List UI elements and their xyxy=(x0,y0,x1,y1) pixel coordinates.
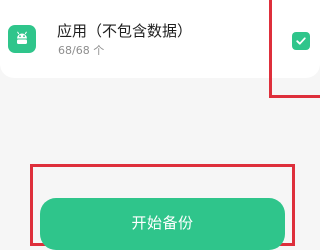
android-icon xyxy=(8,25,36,53)
item-title: 应用（不包含数据） xyxy=(57,22,193,40)
checkmark-icon xyxy=(296,37,306,45)
app-data-list-item[interactable]: 应用（不包含数据） 68/68 个 xyxy=(0,0,320,78)
item-checkbox[interactable] xyxy=(292,32,310,50)
item-count: 68/68 个 xyxy=(58,44,105,57)
start-backup-button[interactable]: 开始备份 xyxy=(40,198,285,250)
